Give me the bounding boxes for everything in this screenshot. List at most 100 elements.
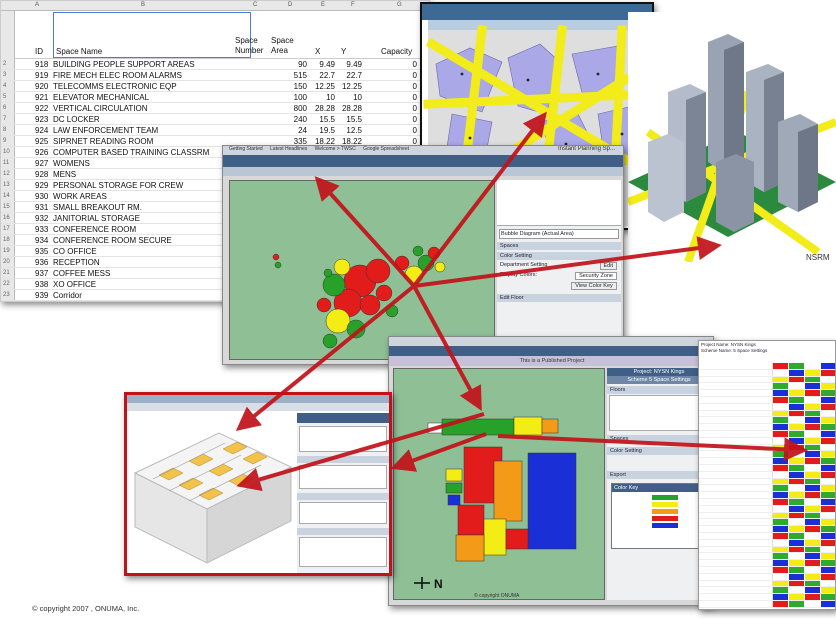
cell-area[interactable]: 515 [271, 71, 307, 80]
row-number[interactable]: 2 [3, 61, 6, 67]
color-setting-section[interactable]: Color Setting [497, 252, 621, 260]
cell-space-name[interactable]: TELECOMMS ELECTRONIC EQP [53, 82, 177, 91]
cell-y[interactable]: 12.5 [338, 126, 362, 135]
color-table-row[interactable] [699, 539, 835, 547]
header-x[interactable]: X [315, 47, 320, 56]
color-table-row[interactable] [699, 471, 835, 479]
color-table-row[interactable] [699, 492, 835, 499]
row-number[interactable]: 6 [3, 105, 6, 111]
spaces-section[interactable]: Spaces [497, 242, 621, 250]
cell-id[interactable]: 937 [35, 269, 48, 278]
floor-canvas[interactable]: N © copyright ONUMA [393, 368, 605, 600]
row-number[interactable]: 18 [3, 237, 10, 243]
cell-id[interactable]: 918 [35, 60, 48, 69]
cell-y[interactable]: 10 [338, 93, 362, 102]
cell-space-name[interactable]: JANITORIAL STORAGE [53, 214, 140, 223]
cell-id[interactable]: 924 [35, 126, 48, 135]
cell-space-name[interactable]: COMPUTER BASED TRAINING CLASSRM [53, 148, 209, 157]
cell-id[interactable]: 933 [35, 225, 48, 234]
cell-id[interactable]: 935 [35, 247, 48, 256]
color-table-row[interactable] [699, 430, 835, 438]
header-space-area[interactable]: Space Area [271, 36, 303, 56]
cell-space-name[interactable]: FIRE MECH ELEC ROOM ALARMS [53, 71, 182, 80]
cell-x[interactable]: 22.7 [307, 71, 335, 80]
row-number[interactable]: 17 [3, 226, 10, 232]
color-table-row[interactable] [699, 410, 835, 418]
tab-latest-headlines[interactable]: Latest Headlines [270, 146, 307, 152]
cell-x[interactable]: 12.25 [307, 82, 335, 91]
cell-space-name[interactable]: Corridor [53, 291, 82, 300]
cell-id[interactable]: 938 [35, 280, 48, 289]
table-row[interactable]: 6 922 VERTICAL CIRCULATION 800 28.28 28.28 0 [1, 103, 429, 114]
row-number[interactable]: 20 [3, 259, 10, 265]
col-letter-e[interactable]: E [321, 2, 325, 8]
tab-welcome[interactable]: Welcome > TWSC [315, 146, 356, 152]
row-number[interactable]: 21 [3, 270, 10, 276]
color-table-row[interactable] [699, 363, 835, 370]
cell-space-name[interactable]: VERTICAL CIRCULATION [53, 104, 148, 113]
cell-y[interactable]: 22.7 [338, 71, 362, 80]
row-number[interactable]: 8 [3, 127, 6, 133]
cell-x[interactable]: 9.49 [307, 60, 335, 69]
cell-capacity[interactable]: 0 [405, 82, 417, 91]
color-table-row[interactable] [699, 376, 835, 384]
row-number[interactable]: 19 [3, 248, 10, 254]
color-table-row[interactable] [699, 444, 835, 452]
cell-x[interactable]: 15.5 [307, 115, 335, 124]
cell-space-name[interactable]: DC LOCKER [53, 115, 100, 124]
cell-area[interactable]: 90 [271, 60, 307, 69]
color-table-row[interactable] [699, 403, 835, 411]
cell-y[interactable]: 28.28 [338, 104, 362, 113]
color-table-row[interactable] [699, 478, 835, 486]
color-table-row[interactable] [699, 580, 835, 588]
cell-capacity[interactable]: 0 [405, 126, 417, 135]
cell-space-name[interactable]: MENS [53, 170, 76, 179]
row-number[interactable]: 5 [3, 94, 6, 100]
cell-space-name[interactable]: ELEVATOR MECHANICAL [53, 93, 149, 102]
app-toolbar[interactable] [223, 167, 623, 176]
cell-id[interactable]: 932 [35, 214, 48, 223]
color-setting-section[interactable]: Color Setting [607, 447, 711, 455]
color-table-row[interactable] [699, 396, 835, 404]
cell-area[interactable]: 800 [271, 104, 307, 113]
cell-space-name[interactable]: SMALL BREAKOUT RM. [53, 203, 142, 212]
color-table-row[interactable] [699, 464, 835, 472]
header-y[interactable]: Y [341, 47, 346, 56]
color-table-row[interactable] [699, 383, 835, 391]
cell-capacity[interactable]: 0 [405, 71, 417, 80]
color-table-row[interactable] [699, 505, 835, 513]
table-row[interactable]: 4 920 TELECOMMS ELECTRONIC EQP 150 12.25 12.2… [1, 81, 429, 92]
col-letter-c[interactable]: C [253, 2, 257, 8]
cell-space-name[interactable]: LAW ENFORCEMENT TEAM [53, 126, 158, 135]
cell-space-name[interactable]: CONFERENCE ROOM SECURE [53, 236, 172, 245]
color-table-row[interactable] [699, 553, 835, 561]
cell-id[interactable]: 931 [35, 203, 48, 212]
cell-id[interactable]: 936 [35, 258, 48, 267]
properties-fields[interactable] [299, 465, 387, 489]
cell-area[interactable]: 240 [271, 115, 307, 124]
cell-id[interactable]: 920 [35, 82, 48, 91]
header-id[interactable]: ID [35, 47, 43, 56]
edit-floor-section[interactable]: Edit Floor [497, 294, 621, 302]
app-toolbar[interactable] [127, 403, 389, 411]
header-space-number[interactable]: Space Number [235, 36, 271, 56]
cell-space-name[interactable]: RECEPTION [53, 258, 100, 267]
row-number[interactable]: 12 [3, 171, 10, 177]
spaces-section[interactable]: Spaces [607, 435, 711, 443]
cell-x[interactable]: 28.28 [307, 104, 335, 113]
cell-id[interactable]: 927 [35, 159, 48, 168]
display-colors-select[interactable]: Security Zone [575, 272, 617, 280]
row-number[interactable]: 9 [3, 138, 6, 144]
table-row[interactable]: 7 923 DC LOCKER 240 15.5 15.5 0 [1, 114, 429, 125]
properties-section-3[interactable] [297, 528, 389, 535]
color-table-row[interactable] [699, 512, 835, 520]
floors-list[interactable] [609, 395, 709, 431]
color-table-row[interactable] [699, 532, 835, 540]
header-capacity[interactable]: Capacity [381, 47, 412, 56]
col-letter-g[interactable]: G [397, 2, 402, 8]
properties-options[interactable] [299, 537, 387, 567]
view-select[interactable]: Bubble Diagram (Actual Area) [499, 229, 619, 239]
properties-section-2[interactable] [297, 493, 389, 500]
cell-space-name[interactable]: WORK AREAS [53, 192, 107, 201]
color-table-row[interactable] [699, 526, 835, 533]
